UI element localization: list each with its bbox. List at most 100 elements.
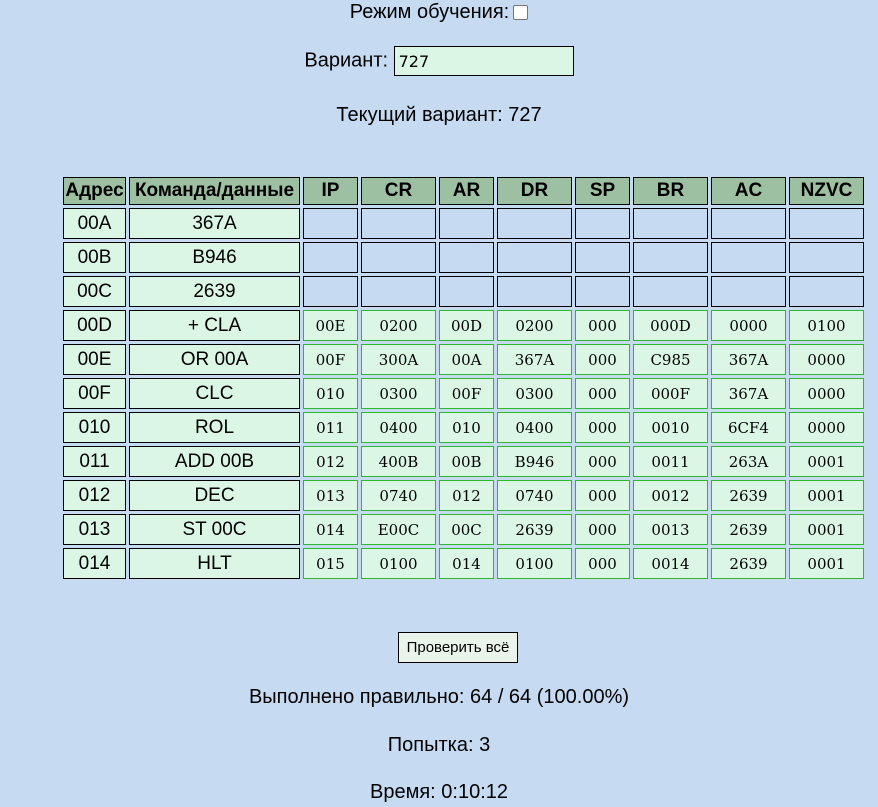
- register-input[interactable]: 400B: [361, 446, 436, 477]
- register-input[interactable]: 2639: [711, 514, 786, 545]
- register-input[interactable]: 00B: [439, 446, 494, 477]
- register-input[interactable]: 00F: [303, 344, 358, 375]
- empty-cell: [575, 242, 630, 273]
- register-input[interactable]: 367A: [711, 378, 786, 409]
- register-input[interactable]: 012: [439, 480, 494, 511]
- empty-cell: [439, 242, 494, 273]
- register-input[interactable]: 0001: [789, 446, 864, 477]
- register-input[interactable]: 015: [303, 548, 358, 579]
- register-input[interactable]: 000: [575, 446, 630, 477]
- register-input[interactable]: 013: [303, 480, 358, 511]
- table-row: 011 ADD 00B 012 400B 00B B946 000 0011 263A 0001: [63, 446, 864, 477]
- command-cell[interactable]: ROL: [129, 412, 300, 443]
- register-input[interactable]: 0740: [497, 480, 572, 511]
- register-input[interactable]: 0001: [789, 514, 864, 545]
- empty-cell: [497, 242, 572, 273]
- command-cell[interactable]: ADD 00B: [129, 446, 300, 477]
- result-label: Выполнено правильно:: [248, 686, 465, 708]
- variant-label: Вариант:: [304, 49, 389, 72]
- command-cell[interactable]: 2639: [129, 276, 300, 307]
- register-input[interactable]: 6CF4: [711, 412, 786, 443]
- register-input[interactable]: 0300: [497, 378, 572, 409]
- register-input[interactable]: 0000: [789, 412, 864, 443]
- register-input[interactable]: 0014: [633, 548, 708, 579]
- register-input[interactable]: 00F: [439, 378, 494, 409]
- command-cell[interactable]: CLC: [129, 378, 300, 409]
- register-input[interactable]: 000: [575, 378, 630, 409]
- empty-cell: [789, 242, 864, 273]
- table-row: 00A 367A: [63, 208, 864, 239]
- command-cell[interactable]: OR 00A: [129, 344, 300, 375]
- register-input[interactable]: 0000: [789, 378, 864, 409]
- register-input[interactable]: 0400: [497, 412, 572, 443]
- register-input[interactable]: 010: [439, 412, 494, 443]
- attempt-value: 3: [479, 734, 491, 756]
- command-cell[interactable]: ST 00C: [129, 514, 300, 545]
- variant-row: Вариант: 727: [0, 46, 878, 76]
- register-input[interactable]: C985: [633, 344, 708, 375]
- register-input[interactable]: 00E: [303, 310, 358, 341]
- register-input[interactable]: 0000: [789, 344, 864, 375]
- register-input[interactable]: 367A: [497, 344, 572, 375]
- register-input[interactable]: 367A: [711, 344, 786, 375]
- register-input[interactable]: 2639: [497, 514, 572, 545]
- table-row: 00B B946: [63, 242, 864, 273]
- register-input[interactable]: B946: [497, 446, 572, 477]
- command-cell[interactable]: HLT: [129, 548, 300, 579]
- register-input[interactable]: 014: [439, 548, 494, 579]
- register-input[interactable]: 000F: [633, 378, 708, 409]
- register-input[interactable]: 000: [575, 412, 630, 443]
- register-input[interactable]: 0013: [633, 514, 708, 545]
- register-input[interactable]: 012: [303, 446, 358, 477]
- register-input[interactable]: 0740: [361, 480, 436, 511]
- register-input[interactable]: 010: [303, 378, 358, 409]
- register-input[interactable]: 0001: [789, 480, 864, 511]
- register-input[interactable]: 000: [575, 548, 630, 579]
- register-input[interactable]: 000: [575, 514, 630, 545]
- register-input[interactable]: 263A: [711, 446, 786, 477]
- empty-cell: [439, 208, 494, 239]
- training-mode-checkbox[interactable]: [513, 5, 529, 20]
- register-input[interactable]: 0011: [633, 446, 708, 477]
- check-all-button[interactable]: Проверить всё: [398, 632, 518, 663]
- register-input[interactable]: 0001: [789, 548, 864, 579]
- register-input[interactable]: 0012: [633, 480, 708, 511]
- register-input[interactable]: 000: [575, 480, 630, 511]
- register-input[interactable]: 011: [303, 412, 358, 443]
- register-input[interactable]: 0200: [497, 310, 572, 341]
- register-input[interactable]: 0400: [361, 412, 436, 443]
- variant-input[interactable]: 727: [393, 46, 574, 76]
- register-input[interactable]: 000D: [633, 310, 708, 341]
- register-input[interactable]: 014: [303, 514, 358, 545]
- empty-cell: [303, 276, 358, 307]
- register-input[interactable]: 0100: [497, 548, 572, 579]
- command-cell[interactable]: 367A: [129, 208, 300, 239]
- register-input[interactable]: 00C: [439, 514, 494, 545]
- register-input[interactable]: 00A: [439, 344, 494, 375]
- command-cell[interactable]: + CLA: [129, 310, 300, 341]
- address-cell: 00E: [63, 344, 126, 375]
- register-input[interactable]: 0000: [711, 310, 786, 341]
- empty-cell: [789, 276, 864, 307]
- training-mode-label: Режим обучения:: [349, 1, 510, 23]
- register-input[interactable]: 300A: [361, 344, 436, 375]
- command-cell[interactable]: B946: [129, 242, 300, 273]
- register-input[interactable]: 0200: [361, 310, 436, 341]
- register-input[interactable]: 0010: [633, 412, 708, 443]
- command-cell[interactable]: DEC: [129, 480, 300, 511]
- column-header: Адрес: [63, 177, 126, 205]
- register-input[interactable]: 0300: [361, 378, 436, 409]
- register-input[interactable]: 000: [575, 310, 630, 341]
- attempt-label: Попытка:: [387, 734, 474, 756]
- register-input[interactable]: 000: [575, 344, 630, 375]
- register-input[interactable]: E00C: [361, 514, 436, 545]
- register-input[interactable]: 0100: [361, 548, 436, 579]
- empty-cell: [497, 208, 572, 239]
- table-row: 012 DEC 013 0740 012 0740 000 0012 2639 0001: [63, 480, 864, 511]
- time-line: Время: 0:10:12: [0, 781, 878, 804]
- address-cell: 010: [63, 412, 126, 443]
- register-input[interactable]: 0100: [789, 310, 864, 341]
- register-input[interactable]: 2639: [711, 480, 786, 511]
- register-input[interactable]: 00D: [439, 310, 494, 341]
- register-input[interactable]: 2639: [711, 548, 786, 579]
